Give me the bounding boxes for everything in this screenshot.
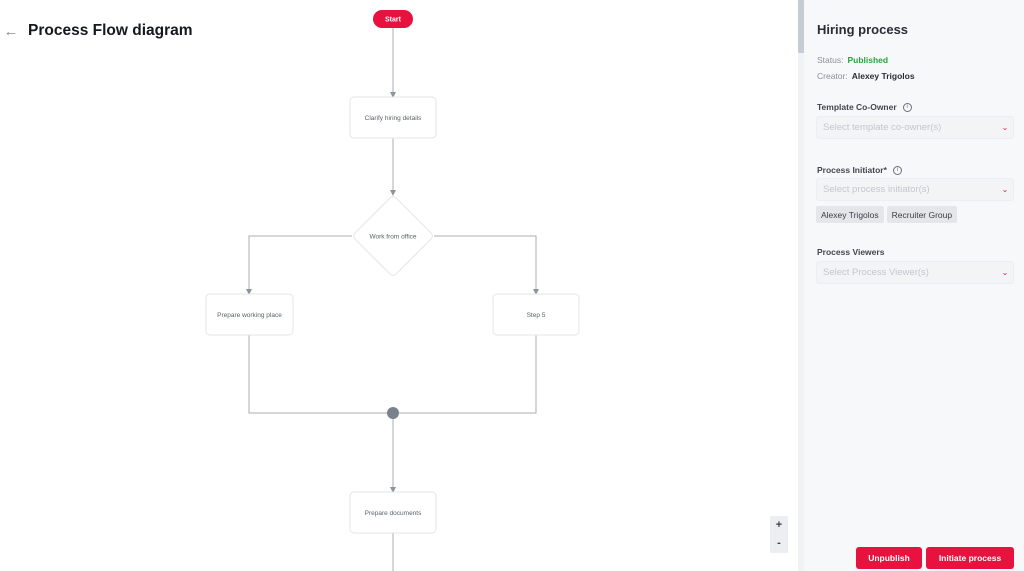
co-owner-label-text: Template Co-Owner <box>817 102 897 112</box>
flow-diagram: Start Clarify hiring details Work from o… <box>205 10 580 571</box>
node-clarify-hiring-details[interactable]: Clarify hiring details <box>349 96 437 139</box>
process-settings-panel: Hiring process Status: Published Creator:… <box>804 0 1024 571</box>
status-label: Status: <box>817 55 844 65</box>
initiator-placeholder: Select process initiator(s) <box>823 184 930 195</box>
initiator-label-text: Process Initiator* <box>817 165 887 175</box>
node-decision-label: Work from office <box>369 234 416 241</box>
flow-canvas[interactable]: ← Process Flow diagram Start Clarify hir… <box>0 0 798 571</box>
node-prepare-working-place[interactable]: Prepare working place <box>205 293 294 336</box>
node-step-5-label: Step 5 <box>527 312 546 319</box>
node-work-from-office[interactable]: Work from office <box>352 195 434 277</box>
node-clarify-label: Clarify hiring details <box>365 115 422 122</box>
chevron-down-icon: ⌄ <box>1001 268 1009 277</box>
initiate-process-button[interactable]: Initiate process <box>926 547 1014 569</box>
zoom-out-button[interactable]: - <box>770 535 788 554</box>
initiator-chips: Alexey Trigolos Recruiter Group <box>816 206 958 223</box>
node-prepare-working-place-label: Prepare working place <box>217 312 282 319</box>
status-row: Status: Published <box>817 55 888 65</box>
viewers-select[interactable]: Select Process Viewer(s) ⌄ <box>816 261 1014 284</box>
edge-step-5-merge <box>399 335 537 414</box>
panel-title: Hiring process <box>817 22 909 37</box>
panel-footer: Unpublish Initiate process <box>856 547 1014 569</box>
chevron-down-icon: ⌄ <box>1001 185 1009 194</box>
co-owner-select[interactable]: Select template co-owner(s) ⌄ <box>816 116 1014 139</box>
initiator-select[interactable]: Select process initiator(s) ⌄ <box>816 178 1014 201</box>
info-icon[interactable]: i <box>892 165 902 175</box>
node-start[interactable]: Start <box>373 10 413 28</box>
co-owner-label: Template Co-Owner i <box>817 102 912 112</box>
creator-value: Alexey Trigolos <box>851 71 915 81</box>
node-merge-junction[interactable] <box>387 407 399 419</box>
node-prepare-documents-label: Prepare documents <box>365 510 422 517</box>
creator-label: Creator: <box>817 71 848 81</box>
creator-row: Creator: Alexey Trigolos <box>817 71 915 81</box>
edge-prepare-working-place-merge <box>248 335 387 414</box>
zoom-controls: + - <box>770 516 788 553</box>
node-step-5[interactable]: Step 5 <box>492 293 580 336</box>
node-prepare-documents[interactable]: Prepare documents <box>349 491 437 534</box>
chevron-down-icon: ⌄ <box>1001 123 1009 132</box>
initiator-label: Process Initiator* i <box>817 165 902 175</box>
viewers-label-text: Process Viewers <box>817 247 885 257</box>
edge-decision-prepare-working-place <box>246 235 352 295</box>
edge-decision-step-5 <box>434 235 539 295</box>
initiator-chip[interactable]: Recruiter Group <box>886 206 958 223</box>
unpublish-button[interactable]: Unpublish <box>856 547 922 569</box>
co-owner-placeholder: Select template co-owner(s) <box>823 122 942 133</box>
initiator-chip[interactable]: Alexey Trigolos <box>816 206 884 223</box>
zoom-in-button[interactable]: + <box>770 516 788 535</box>
node-start-label: Start <box>385 17 402 24</box>
viewers-placeholder: Select Process Viewer(s) <box>823 267 929 278</box>
viewers-label: Process Viewers <box>817 247 884 257</box>
info-icon[interactable]: i <box>902 102 912 112</box>
status-badge: Published <box>847 55 889 65</box>
